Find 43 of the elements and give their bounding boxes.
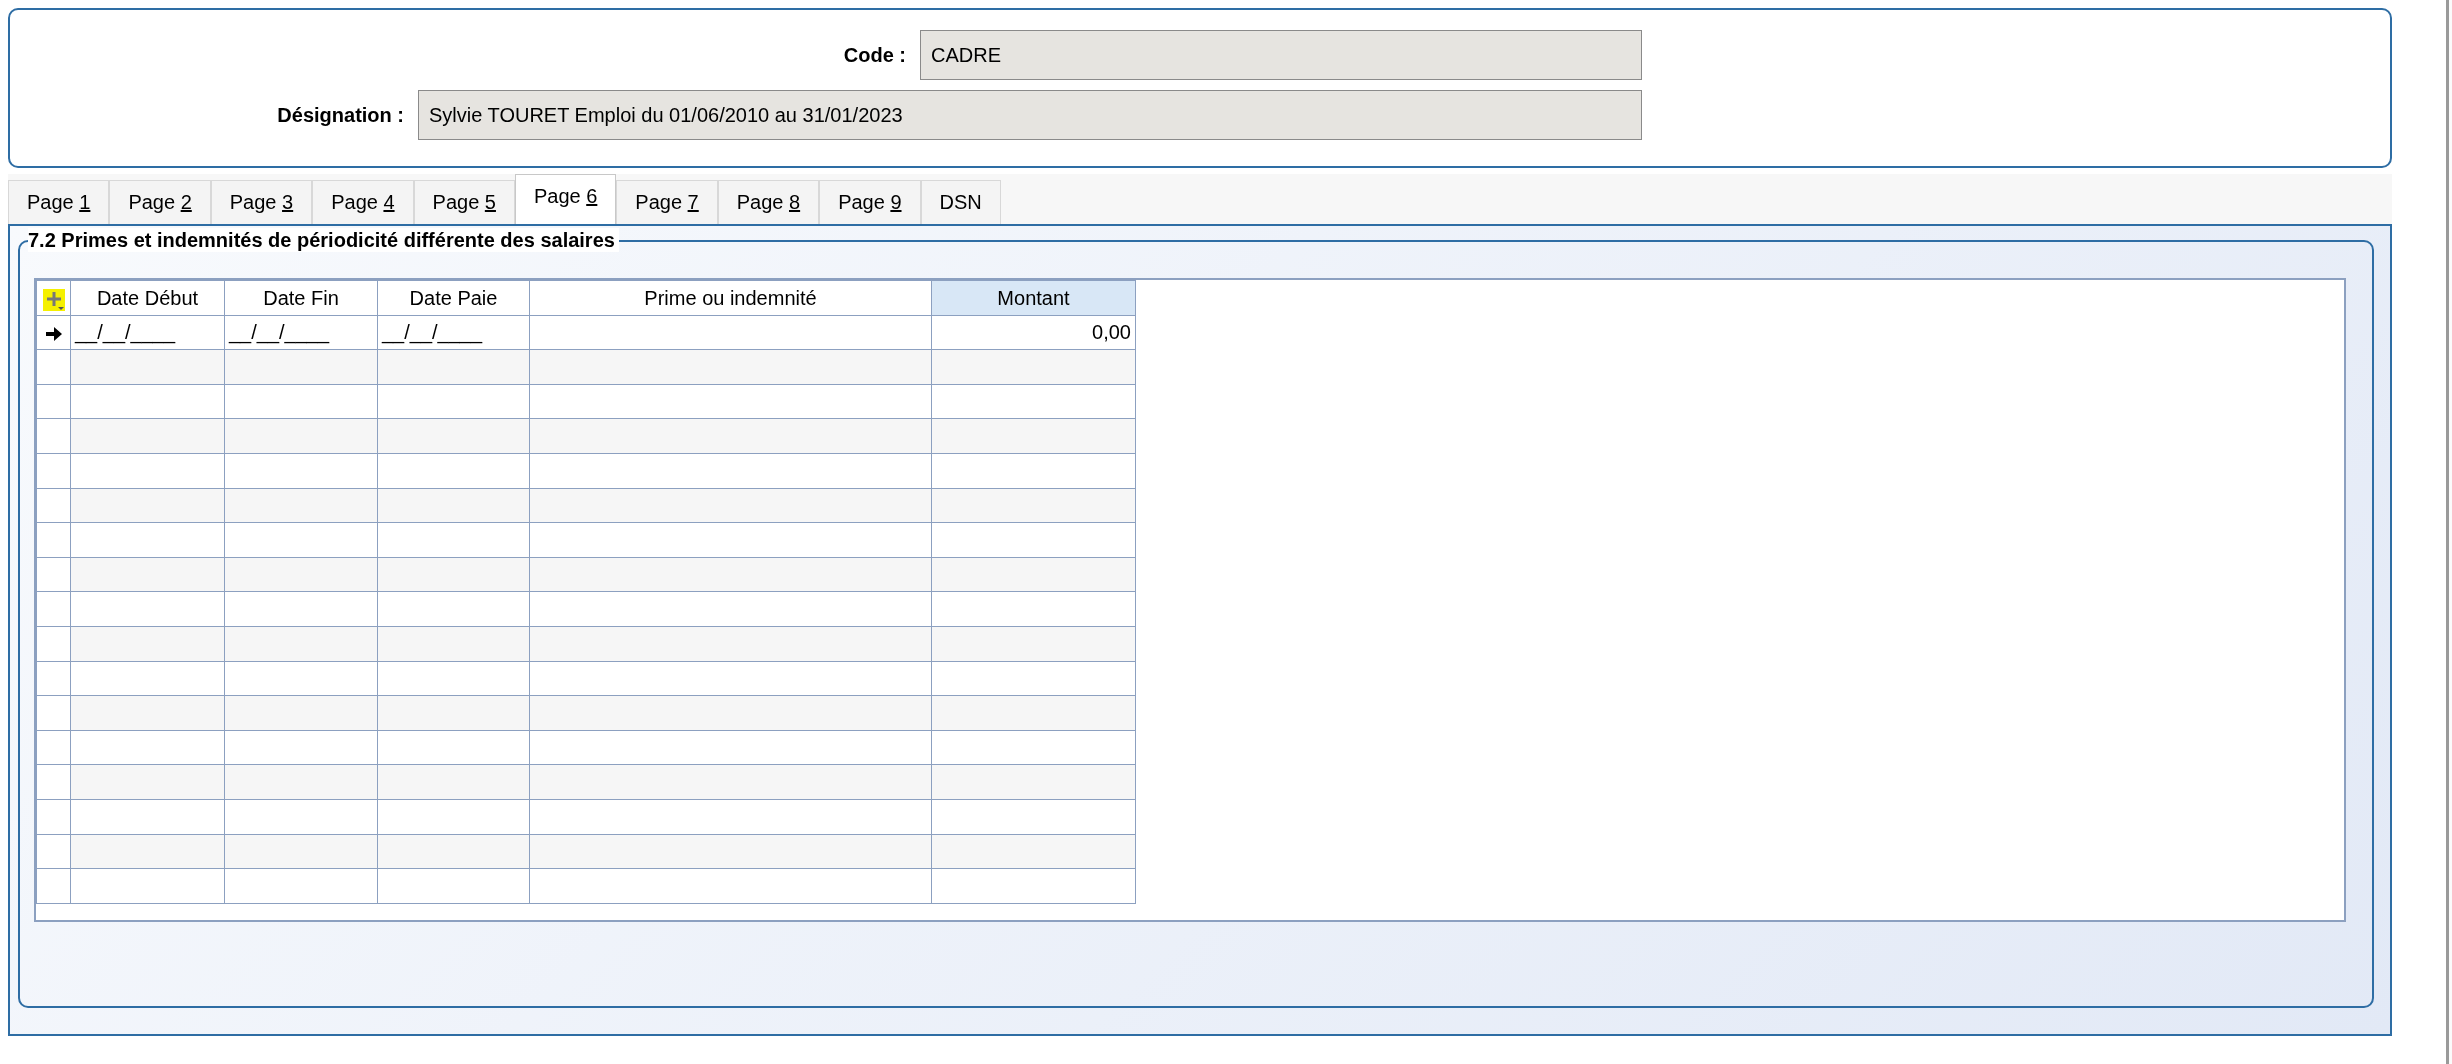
group-title: 7.2 Primes et indemnités de périodicité différente des salaires xyxy=(28,228,619,252)
tab[interactable]: Page 6 xyxy=(514,174,617,224)
table-cell: 0,00 xyxy=(1092,321,1131,344)
column-header[interactable]: Date Début xyxy=(70,280,225,316)
column-header[interactable]: Prime ou indemnité xyxy=(529,280,932,316)
row-header-cell[interactable] xyxy=(36,384,71,419)
table-cell: __/__/____ xyxy=(229,321,330,344)
tab[interactable]: Page 9 xyxy=(819,180,921,224)
row-header-cell[interactable] xyxy=(36,315,71,350)
tab[interactable]: Page 4 xyxy=(312,180,414,224)
row-header-cell[interactable] xyxy=(36,695,71,731)
row-header-cell[interactable] xyxy=(36,418,71,454)
tab[interactable]: Page 7 xyxy=(616,180,718,224)
row-header-cell[interactable] xyxy=(36,557,71,592)
add-row-icon[interactable] xyxy=(42,288,65,311)
arrow-icon xyxy=(45,327,62,342)
field-label: Code : xyxy=(842,43,907,68)
row-header-cell[interactable] xyxy=(36,626,71,662)
tab[interactable]: Page 1 xyxy=(8,180,110,224)
row-header-cell[interactable] xyxy=(36,453,71,489)
row-header-cell[interactable] xyxy=(36,349,71,385)
column-header[interactable]: Montant xyxy=(931,280,1136,316)
row-header-cell[interactable] xyxy=(36,868,71,904)
readonly-field: Sylvie TOURET Emploi du 01/06/2010 au 31/01/2023 xyxy=(418,90,1642,140)
table-cell: __/__/____ xyxy=(75,321,176,344)
row-header-cell[interactable] xyxy=(36,522,71,558)
row-header-cell[interactable] xyxy=(36,661,71,696)
tab[interactable]: Page 8 xyxy=(717,180,820,224)
column-header[interactable]: Date Fin xyxy=(224,280,378,316)
row-header-cell[interactable] xyxy=(36,834,71,869)
row-header-cell[interactable] xyxy=(36,730,71,765)
column-header[interactable]: Date Paie xyxy=(377,280,530,316)
table-cell: __/__/____ xyxy=(382,321,483,344)
tab[interactable]: DSN xyxy=(920,180,1001,224)
row-header-cell[interactable] xyxy=(36,488,71,523)
row-header-cell[interactable] xyxy=(36,591,71,627)
field-label: Désignation : xyxy=(276,103,405,128)
tab[interactable]: Page 5 xyxy=(413,180,515,224)
row-header-cell[interactable] xyxy=(36,799,71,834)
tab[interactable]: Page 2 xyxy=(109,180,211,224)
row-header-cell[interactable] xyxy=(36,764,71,800)
tab[interactable]: Page 3 xyxy=(210,180,313,224)
readonly-field: CADRE xyxy=(920,30,1642,80)
